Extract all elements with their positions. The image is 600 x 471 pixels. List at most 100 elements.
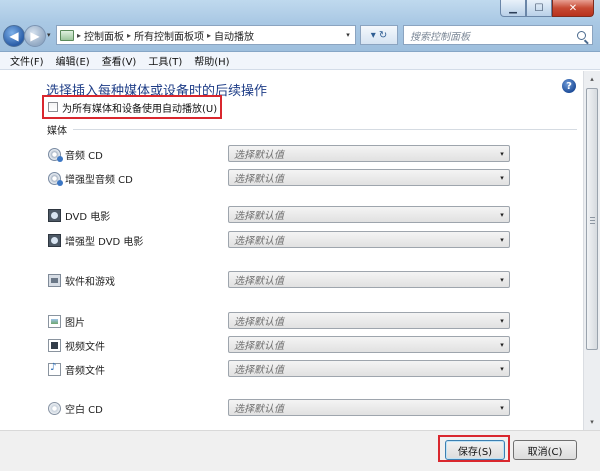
- software-games-action-select[interactable]: 选择默认值 ▾: [228, 271, 510, 288]
- dvd-movie-action-select[interactable]: 选择默认值 ▾: [228, 206, 510, 223]
- menu-help[interactable]: 帮助(H): [188, 53, 235, 68]
- minimize-button[interactable]: ▁: [500, 0, 526, 17]
- chevron-down-icon: ▾: [500, 275, 504, 284]
- dvd-movie-icon: [48, 208, 61, 222]
- breadcrumb-separator-icon[interactable]: ▸: [127, 31, 131, 40]
- menu-edit[interactable]: 编辑(E): [50, 53, 96, 68]
- chevron-down-icon: ▾: [500, 149, 504, 158]
- chevron-down-icon: ▾: [500, 340, 504, 349]
- media-label: 图片: [65, 317, 85, 329]
- search-icon[interactable]: [577, 30, 586, 40]
- breadcrumb-control-panel[interactable]: 控制面板: [84, 28, 124, 43]
- chevron-down-icon: ▾: [500, 210, 504, 219]
- select-value: 选择默认值: [234, 150, 284, 161]
- video-file-icon: [48, 338, 61, 352]
- caption-buttons: ▁ ☐ ✕: [500, 0, 594, 17]
- audio-files-action-select[interactable]: 选择默认值 ▾: [228, 360, 510, 377]
- software-games-icon: [48, 273, 61, 287]
- select-value: 选择默认值: [234, 276, 284, 287]
- pictures-action-select[interactable]: 选择默认值 ▾: [228, 312, 510, 329]
- media-row-pictures: 图片 选择默认值 ▾: [48, 311, 510, 331]
- cancel-button[interactable]: 取消(C): [513, 440, 577, 460]
- media-label: 视频文件: [65, 341, 105, 353]
- media-row-enhanced-audio-cd: 增强型音频 CD 选择默认值 ▾: [48, 168, 510, 188]
- chevron-down-icon: ▾: [500, 364, 504, 373]
- breadcrumb-autoplay[interactable]: 自动播放: [214, 28, 254, 43]
- use-autoplay-checkbox[interactable]: [48, 102, 58, 112]
- help-icon[interactable]: ?: [562, 79, 576, 93]
- use-autoplay-label[interactable]: 为所有媒体和设备使用自动播放(U): [62, 100, 217, 115]
- select-value: 选择默认值: [234, 341, 284, 352]
- select-value: 选择默认值: [234, 365, 284, 376]
- audio-cd-action-select[interactable]: 选择默认值 ▾: [228, 145, 510, 162]
- section-divider: [73, 128, 577, 130]
- forward-arrow-icon: ▶: [30, 29, 40, 43]
- media-label: 增强型音频 CD: [65, 174, 133, 186]
- media-label: 音频 CD: [65, 150, 103, 162]
- scroll-thumb[interactable]: [586, 88, 598, 350]
- back-arrow-icon: ◀: [9, 29, 19, 43]
- refresh-icon: ↻: [378, 29, 388, 41]
- back-button[interactable]: ◀: [3, 25, 25, 47]
- audio-file-icon: [48, 362, 61, 376]
- media-label: 音频文件: [65, 365, 105, 377]
- menu-bar: 文件(F) 编辑(E) 查看(V) 工具(T) 帮助(H): [0, 52, 600, 70]
- menu-tools[interactable]: 工具(T): [142, 53, 188, 68]
- enhanced-audio-cd-icon: [48, 171, 63, 186]
- media-label: 空白 CD: [65, 404, 103, 416]
- address-dropdown-icon[interactable]: ▾: [341, 26, 355, 44]
- autoplay-content: 选择插入每种媒体或设备时的后续操作 ? 为所有媒体和设备使用自动播放(U) 媒体…: [0, 71, 600, 430]
- select-value: 选择默认值: [234, 174, 284, 185]
- enhanced-audio-cd-action-select[interactable]: 选择默认值 ▾: [228, 169, 510, 186]
- menu-view[interactable]: 查看(V): [96, 53, 143, 68]
- chevron-down-icon: ▾: [500, 316, 504, 325]
- media-row-software-games: 软件和游戏 选择默认值 ▾: [48, 270, 510, 290]
- enhanced-dvd-movie-icon: [48, 233, 61, 247]
- media-row-dvd-movie: DVD 电影 选择默认值 ▾: [48, 205, 510, 225]
- chevron-down-icon: ▾: [500, 403, 504, 412]
- address-bar[interactable]: ▸ 控制面板 ▸ 所有控制面板项 ▸ 自动播放 ▾: [56, 25, 356, 45]
- refresh-button[interactable]: ▾ ↻: [360, 25, 398, 45]
- search-input[interactable]: 搜索控制面板: [403, 25, 593, 45]
- select-value: 选择默认值: [234, 236, 284, 247]
- use-autoplay-for-all-option[interactable]: 为所有媒体和设备使用自动播放(U): [42, 95, 222, 119]
- media-row-video-files: 视频文件 选择默认值 ▾: [48, 335, 510, 355]
- vertical-scrollbar[interactable]: ▴ ▾: [583, 71, 600, 430]
- window-titlebar: ▁ ☐ ✕ ◀ ▶ ▾ ▸ 控制面板 ▸ 所有控制面板项 ▸ 自动播放 ▾ ▾ …: [0, 0, 600, 52]
- scroll-down-icon[interactable]: ▾: [584, 414, 600, 430]
- media-section-header: 媒体: [47, 123, 577, 137]
- media-row-audio-cd: 音频 CD 选择默认值 ▾: [48, 144, 510, 164]
- video-files-action-select[interactable]: 选择默认值 ▾: [228, 336, 510, 353]
- select-value: 选择默认值: [234, 211, 284, 222]
- audio-cd-icon: [48, 147, 63, 162]
- select-value: 选择默认值: [234, 404, 284, 415]
- blank-cd-action-select[interactable]: 选择默认值 ▾: [228, 399, 510, 416]
- breadcrumb-separator-icon[interactable]: ▸: [207, 31, 211, 40]
- media-row-enhanced-dvd-movie: 增强型 DVD 电影 选择默认值 ▾: [48, 230, 510, 250]
- close-button[interactable]: ✕: [552, 0, 594, 17]
- forward-button[interactable]: ▶: [24, 25, 46, 47]
- enhanced-dvd-movie-action-select[interactable]: 选择默认值 ▾: [228, 231, 510, 248]
- media-label: 软件和游戏: [65, 276, 115, 288]
- menu-file[interactable]: 文件(F): [4, 53, 50, 68]
- media-row-audio-files: 音频文件 选择默认值 ▾: [48, 359, 510, 379]
- select-value: 选择默认值: [234, 317, 284, 328]
- maximize-button[interactable]: ☐: [526, 0, 552, 17]
- chevron-down-icon: ▾: [500, 173, 504, 182]
- media-label: 增强型 DVD 电影: [65, 236, 144, 248]
- control-panel-icon: [60, 29, 74, 41]
- dialog-footer: 保存(S) 取消(C): [0, 430, 600, 471]
- grip-icon: [590, 217, 595, 226]
- scroll-up-icon[interactable]: ▴: [584, 71, 600, 87]
- search-placeholder: 搜索控制面板: [410, 31, 470, 43]
- media-row-blank-cd: 空白 CD 选择默认值 ▾: [48, 398, 510, 418]
- media-label: DVD 电影: [65, 211, 111, 223]
- breadcrumb-separator-icon[interactable]: ▸: [77, 31, 81, 40]
- blank-cd-icon: [48, 401, 61, 415]
- recent-pages-dropdown-icon[interactable]: ▾: [47, 31, 51, 39]
- picture-icon: [48, 314, 61, 328]
- chevron-down-icon: ▾: [370, 29, 376, 41]
- media-section-title: 媒体: [47, 125, 67, 137]
- chevron-down-icon: ▾: [500, 235, 504, 244]
- breadcrumb-all-items[interactable]: 所有控制面板项: [134, 28, 204, 43]
